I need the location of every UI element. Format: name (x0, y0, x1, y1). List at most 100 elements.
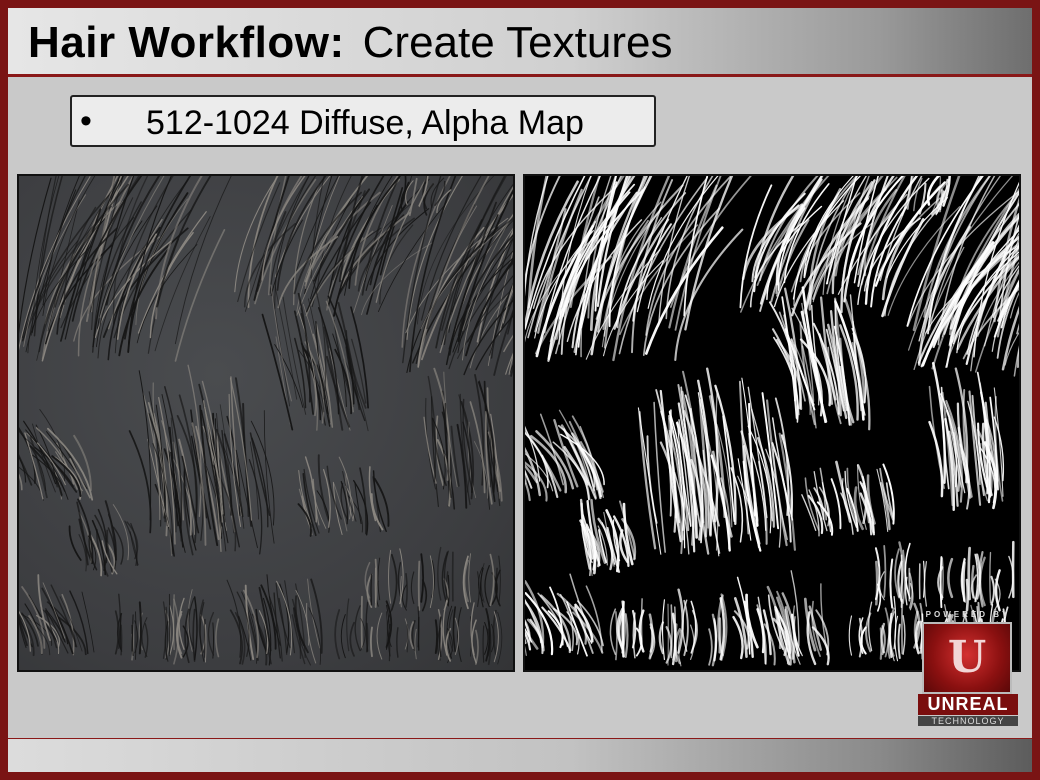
hair-strand (609, 608, 617, 655)
alpha-map-image (523, 174, 1021, 672)
hair-strand (369, 626, 373, 658)
hair-strand (437, 546, 442, 601)
title-bar: Hair Workflow: Create Textures (8, 8, 1032, 74)
hair-strand (897, 623, 901, 659)
diffuse-hair-strands (19, 176, 513, 666)
hair-strand (489, 553, 495, 607)
hair-strand (990, 575, 996, 606)
hair-strand (904, 576, 908, 606)
hair-strand (19, 473, 23, 491)
hair-strand (875, 560, 879, 606)
hair-strand (881, 625, 886, 656)
hair-strand (484, 622, 489, 655)
hair-strand (340, 614, 346, 659)
hair-strand (965, 578, 970, 612)
slide: Hair Workflow: Create Textures • 512-1024… (8, 8, 1032, 772)
hair-strand (365, 622, 369, 653)
hair-strand (648, 613, 654, 660)
hair-strand (414, 628, 417, 660)
hair-strand (541, 454, 559, 499)
hair-strand (994, 569, 1001, 612)
hair-strand (902, 614, 906, 655)
hair-strand (868, 601, 873, 652)
hair-strand (349, 621, 355, 657)
title-bold: Hair Workflow: (28, 18, 345, 67)
hair-strand (452, 606, 457, 653)
hair-strand (376, 612, 383, 660)
hair-strand (144, 623, 149, 658)
hair-strand (879, 627, 883, 660)
hair-strand (244, 225, 274, 312)
hair-strand (848, 615, 853, 656)
hair-strand (291, 614, 306, 665)
hair-strand (135, 611, 137, 660)
hair-strand (388, 549, 392, 604)
hair-strand (471, 619, 477, 664)
hair-strand (830, 478, 842, 530)
hair-strand (278, 597, 288, 655)
hair-strand (893, 595, 897, 650)
alpha-hair-strands (525, 176, 1019, 667)
hair-strand (941, 557, 944, 601)
hair-strand (928, 420, 944, 498)
hair-strand (390, 553, 398, 611)
bullet-text: 512-1024 Diffuse, Alpha Map (146, 104, 584, 142)
hair-strand (971, 564, 975, 599)
hair-strand (138, 601, 142, 655)
hair-strand (212, 622, 214, 659)
hair-strand (434, 619, 439, 654)
bullet-icon: • (80, 102, 92, 140)
hair-strand (207, 611, 215, 656)
hair-strand (475, 629, 479, 665)
hair-strand (192, 608, 196, 662)
hair-strand (923, 560, 925, 598)
hair-strand (889, 558, 894, 609)
hair-strand (670, 604, 673, 659)
hair-strand (377, 557, 381, 601)
unreal-emblem-icon: U (922, 622, 1012, 694)
hair-strand (487, 628, 491, 657)
hair-strand (482, 625, 485, 663)
hair-strand (346, 598, 350, 652)
hair-strand (174, 229, 226, 362)
hair-strand (334, 609, 341, 660)
hair-strand (438, 616, 442, 658)
hair-strand (918, 182, 927, 215)
logo-powered-by: POWERED BY (925, 610, 1011, 619)
hair-strand (417, 560, 421, 611)
hair-strand (406, 624, 409, 653)
hair-strand (396, 627, 399, 658)
hair-strand (665, 626, 673, 664)
diffuse-texture-image (17, 174, 515, 672)
hair-strand (888, 612, 893, 658)
hair-strand (947, 557, 954, 599)
hair-strand (484, 565, 490, 608)
hair-strand (136, 244, 198, 344)
hair-strand (23, 194, 87, 347)
hair-strand (68, 525, 82, 561)
hair-strand (498, 555, 501, 605)
hair-strand (410, 571, 415, 605)
hair-strand (374, 558, 378, 608)
hair-strand (263, 410, 275, 544)
title-divider (8, 74, 1032, 77)
hair-strand (468, 553, 471, 603)
hair-strand (193, 596, 198, 661)
hair-strand (487, 250, 513, 367)
hair-strand (308, 607, 321, 665)
hair-strand (400, 576, 402, 608)
hair-strand (205, 624, 207, 663)
hair-strand (689, 624, 695, 661)
logo-sub: TECHNOLOGY (918, 716, 1018, 726)
unreal-logo: POWERED BY U UNREAL TECHNOLOGY (918, 610, 1018, 732)
hair-strand (69, 590, 89, 655)
hair-strand (615, 611, 618, 661)
hair-strand (420, 553, 425, 603)
hair-strand (354, 605, 361, 652)
hair-strand (708, 628, 713, 666)
page-title: Hair Workflow: Create Textures (28, 18, 672, 68)
hair-strand (178, 597, 185, 650)
logo-name: UNREAL (918, 694, 1018, 715)
title-regular: Create Textures (362, 18, 673, 67)
bullet-box: • 512-1024 Diffuse, Alpha Map (70, 95, 656, 147)
